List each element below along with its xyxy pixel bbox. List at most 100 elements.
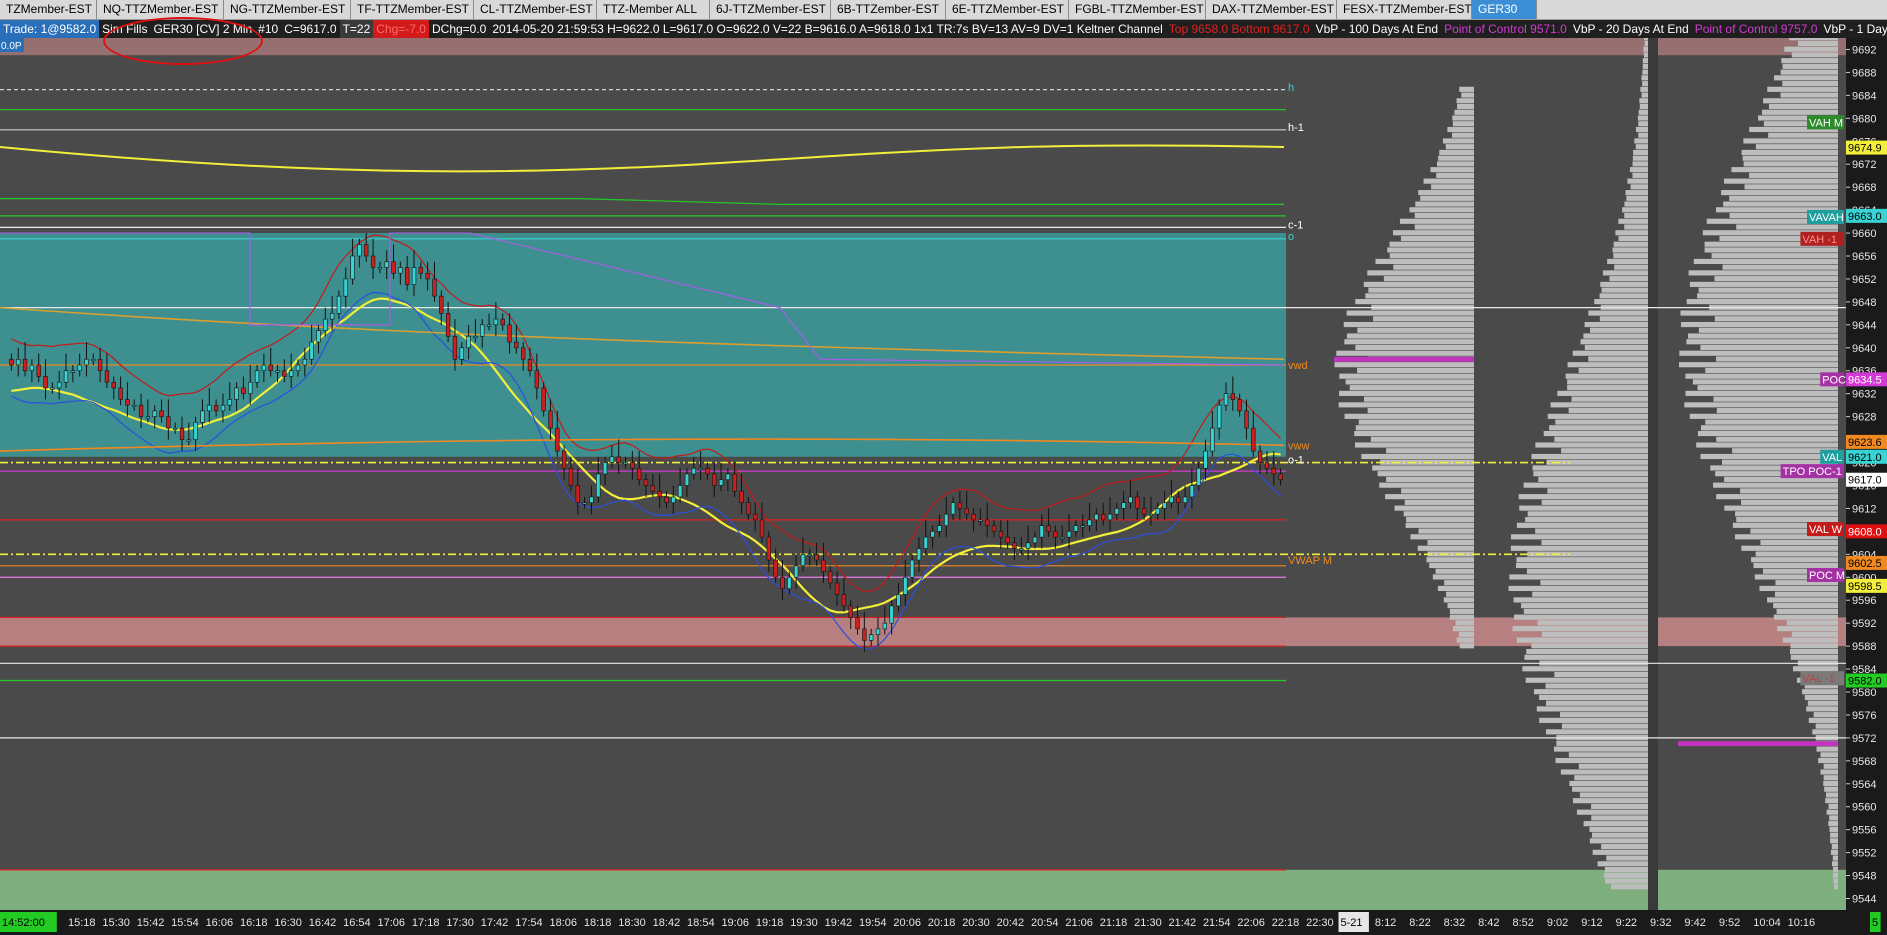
time-tick-label: 22:30	[1306, 917, 1334, 929]
time-tick: 9:32	[1650, 917, 1671, 929]
time-tick: 19:30	[790, 917, 818, 929]
time-tick: 17:30	[446, 917, 474, 929]
time-tick: 18:42	[653, 917, 681, 929]
price-tick-label: 9548	[1852, 871, 1876, 883]
tab-6b-ttzember-est[interactable]: 6B-TTZember-EST	[831, 0, 946, 19]
time-tick-label: 8:22	[1409, 917, 1430, 929]
price-tick-label: 9580	[1852, 687, 1876, 699]
time-tick: 19:54	[859, 917, 887, 929]
tab-fesx-ttzmember-est[interactable]: FESX-TTZMember-EST	[1337, 0, 1472, 19]
time-tick: 19:06	[721, 917, 749, 929]
price-label-10: TPO POC-1	[1783, 466, 1842, 478]
time-tick-label: 19:18	[756, 917, 784, 929]
time-tick-label: 17:18	[412, 917, 440, 929]
time-tick-label: 16:42	[309, 917, 337, 929]
time-tick-label: 17:42	[481, 917, 509, 929]
time-tick-label: 18:54	[687, 917, 715, 929]
time-tick-label: 8:32	[1444, 917, 1465, 929]
time-tick: 16:42	[309, 917, 337, 929]
tab-nq-ttzmember-est[interactable]: NQ-TTZMember-EST	[97, 0, 224, 19]
time-tick-label: 14:52:00	[2, 917, 45, 929]
info-item-14: VbP - 1 Days At End	[1823, 22, 1887, 36]
time-tick: 19:42	[825, 917, 853, 929]
time-tick-label: 21:54	[1203, 917, 1231, 929]
time-tick-label: 10:04	[1753, 917, 1781, 929]
time-tick: 21:30	[1134, 917, 1162, 929]
price-label-0: VAH M	[1809, 117, 1843, 129]
info-item-5: T=22	[339, 20, 374, 38]
tab-cl-ttzmember-est[interactable]: CL-TTZMember-EST	[474, 0, 597, 19]
time-tick: 9:42	[1684, 917, 1705, 929]
tab-6e-ttzmember-est[interactable]: 6E-TTZMember-EST	[946, 0, 1069, 19]
time-tick: 9:22	[1616, 917, 1637, 929]
tab-tzmember-est[interactable]: TZMember-EST	[0, 0, 97, 19]
time-tick-label: 22:06	[1237, 917, 1265, 929]
time-tick: 17:54	[515, 917, 543, 929]
time-tick: 10:16	[1788, 917, 1816, 929]
time-tick: 18:06	[549, 917, 577, 929]
time-tick-label: 18:30	[618, 917, 646, 929]
line-label-o-1: o-1	[1288, 455, 1304, 467]
info-item-12: VbP - 20 Days At End	[1572, 22, 1689, 36]
time-tick-label: 10:16	[1788, 917, 1816, 929]
price-tick-label: 9628	[1852, 412, 1876, 424]
time-tick-label: 9:12	[1581, 917, 1602, 929]
top-zone	[0, 38, 1846, 56]
time-tick: 16:54	[343, 917, 371, 929]
tab-ttz-member-all[interactable]: TTZ-Member ALL	[597, 0, 710, 19]
position-pnl-text: 0.0P	[1, 41, 22, 52]
line-label-vwd: vwd	[1288, 360, 1308, 372]
time-tick-label: 9:22	[1616, 917, 1637, 929]
time-tick: 5-21	[1338, 912, 1369, 932]
info-item-10: VbP - 100 Days At End	[1315, 22, 1439, 36]
time-tick: 20:30	[962, 917, 990, 929]
time-tick-label: 20:42	[997, 917, 1025, 929]
time-tick-label: 20:06	[893, 917, 921, 929]
time-tick-label: 20:30	[962, 917, 990, 929]
info-item-8: 2014-05-20 21:59:53 H=9622.0 L=9617.0 O=…	[492, 22, 1163, 36]
price-label-6: 9634.5	[1848, 374, 1882, 386]
price-tick-label: 9612	[1852, 503, 1876, 515]
price-tick-label: 9680	[1852, 113, 1876, 125]
info-item-0: Trade: 1@9582.0	[0, 20, 100, 38]
line-label-h-1: h-1	[1288, 122, 1304, 134]
time-tick: 14:52:00	[0, 912, 57, 932]
time-tick: 20:42	[997, 917, 1025, 929]
time-tick: 22:18	[1272, 917, 1300, 929]
time-tick: 10:04	[1753, 917, 1781, 929]
price-label-1: 9674.9	[1848, 143, 1882, 155]
time-tick-label: 5	[1872, 917, 1878, 929]
tab-6j-ttzmember-est[interactable]: 6J-TTZMember-EST	[710, 0, 831, 19]
time-tick-label: 19:30	[790, 917, 818, 929]
position-pnl-label: 0.0P	[0, 38, 24, 52]
time-tick: 15:42	[137, 917, 165, 929]
price-tick-label: 9660	[1852, 228, 1876, 240]
time-tick: 8:42	[1478, 917, 1499, 929]
price-label-15: POC M	[1809, 570, 1845, 582]
info-item-13: Point of Control 9757.0	[1694, 22, 1818, 36]
line-label-h: h	[1288, 82, 1294, 94]
tab-fgbl-ttzmember-est[interactable]: FGBL-TTZMember-EST	[1069, 0, 1206, 19]
price-tick-label: 9556	[1852, 825, 1876, 837]
tab-tf-ttzmember-est[interactable]: TF-TTZMember-EST	[351, 0, 474, 19]
time-tick: 22:06	[1237, 917, 1265, 929]
tab-ger30[interactable]: GER30	[1472, 0, 1537, 19]
time-tick-label: 8:42	[1478, 917, 1499, 929]
time-tick-label: 16:18	[240, 917, 268, 929]
time-tick: 19:18	[756, 917, 784, 929]
time-tick-label: 8:12	[1375, 917, 1396, 929]
price-chart[interactable]: h h-1 c-1o vwd vww o-1 VWAP M 9692 9688 9684 9680…	[0, 38, 1887, 935]
price-label-7: 9623.6	[1848, 437, 1882, 449]
price-tick-label: 9668	[1852, 182, 1876, 194]
price-tick-label: 9564	[1852, 779, 1876, 791]
tab-dax-ttzmember-est[interactable]: DAX-TTZMember-EST	[1206, 0, 1337, 19]
time-tick-label: 15:42	[137, 917, 165, 929]
line-label-c-1: c-1	[1288, 219, 1303, 231]
price-label-18: 9582.0	[1848, 676, 1882, 688]
tab-ng-ttzmember-est[interactable]: NG-TTZMember-EST	[224, 0, 351, 19]
time-tick-label: 16:54	[343, 917, 371, 929]
value-area-zone	[0, 233, 1286, 457]
time-tick-label: 21:30	[1134, 917, 1162, 929]
time-tick: 18:54	[687, 917, 715, 929]
time-tick-label: 21:18	[1100, 917, 1128, 929]
